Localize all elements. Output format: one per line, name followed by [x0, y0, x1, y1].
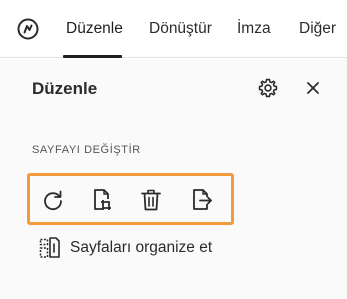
page-tools-toolbar — [27, 173, 234, 225]
delete-page-button[interactable] — [138, 188, 164, 212]
extract-page-icon — [193, 189, 212, 210]
section-label-modify-page: SAYFAYI DEĞİŞTİR — [32, 144, 141, 156]
active-tab-indicator — [63, 55, 122, 58]
top-navigation-bar: Düzenle Dönüştür İmza Diğer — [0, 0, 347, 58]
organize-pages-label: Sayfaları organize et — [70, 239, 213, 256]
crop-page-button[interactable] — [89, 188, 115, 212]
tab-duzenle[interactable]: Düzenle — [66, 19, 123, 41]
panel-title: Düzenle — [32, 79, 98, 98]
rotate-icon — [44, 190, 62, 211]
rotate-button[interactable] — [40, 188, 66, 212]
tab-imza[interactable]: İmza — [237, 19, 271, 41]
gear-icon[interactable] — [257, 77, 279, 99]
extract-page-button[interactable] — [189, 188, 215, 212]
crop-page-icon — [94, 189, 111, 210]
app-logo-icon[interactable] — [16, 17, 40, 41]
tab-donustur[interactable]: Dönüştür — [149, 19, 212, 41]
close-icon[interactable] — [305, 80, 321, 96]
organize-pages-icon — [39, 237, 60, 258]
delete-icon — [141, 189, 161, 211]
tab-diger[interactable]: Diğer — [299, 19, 336, 41]
